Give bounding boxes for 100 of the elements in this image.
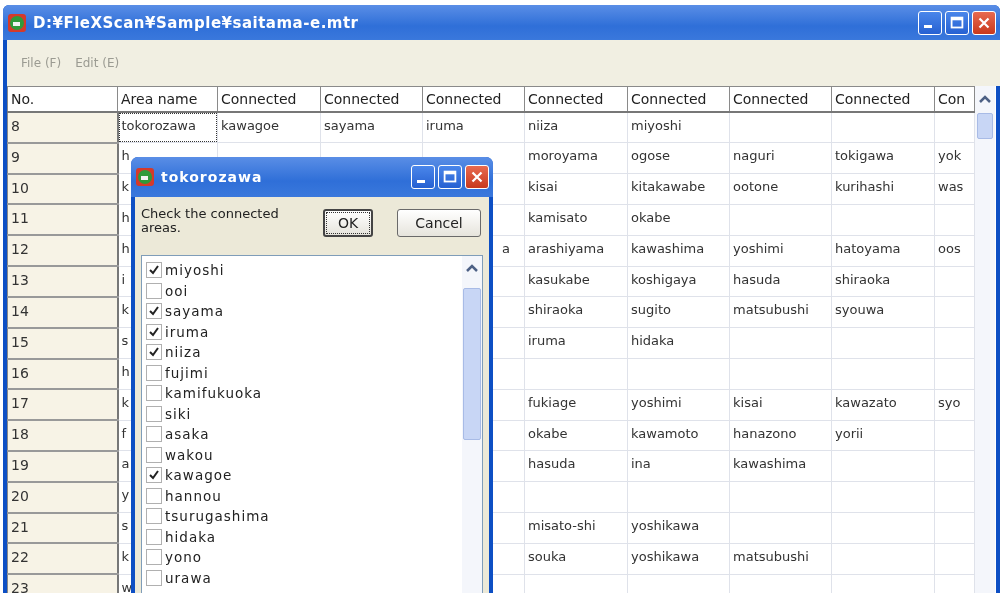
table-cell: yoshikawa — [631, 518, 700, 534]
table-cell: misato-shi — [528, 518, 596, 534]
checkbox[interactable] — [146, 323, 162, 340]
scrollbar[interactable] — [975, 86, 995, 593]
table-cell: oos — [938, 240, 961, 256]
checkbox-label[interactable]: ooi — [165, 282, 189, 299]
checkbox-label[interactable]: urawa — [165, 569, 212, 586]
minimize-icon — [417, 179, 425, 183]
table-cell: k — [121, 394, 130, 410]
column-header[interactable]: Connected — [729, 86, 832, 112]
table-cell: yoshikawa — [631, 548, 700, 564]
checkbox[interactable] — [146, 487, 162, 504]
checkbox[interactable] — [146, 446, 162, 463]
instruction-text: Check the connected areas. — [141, 207, 280, 235]
checkbox-label[interactable]: fujimi — [165, 364, 209, 381]
checkbox[interactable] — [146, 303, 162, 320]
checkbox-label[interactable]: hidaka — [165, 528, 216, 545]
column-header[interactable]: Connected — [524, 86, 628, 112]
table-cell: kurihashi — [835, 179, 895, 195]
row-number: 12 — [11, 241, 29, 258]
column-header[interactable]: Connected — [831, 86, 935, 112]
table-cell: a — [502, 240, 510, 256]
table-cell: fukiage — [528, 394, 577, 410]
table-cell: syouwa — [835, 302, 885, 318]
row-number: 13 — [11, 272, 29, 289]
scroll-thumb[interactable] — [977, 113, 993, 139]
scroll-thumb[interactable] — [463, 288, 481, 440]
table-cell: tokigawa — [835, 148, 894, 164]
checkbox-label[interactable]: siki — [165, 405, 192, 422]
cancel-button[interactable]: Cancel — [397, 209, 481, 237]
close-button[interactable] — [972, 10, 996, 35]
checkbox-label[interactable]: tsurugashima — [165, 508, 270, 525]
checkbox[interactable] — [146, 508, 162, 525]
table-cell: kawagoe — [221, 118, 280, 133]
app-icon — [135, 167, 155, 187]
checkbox-label[interactable]: iruma — [165, 323, 210, 340]
table-cell: iruma — [426, 118, 464, 133]
table-cell: okabe — [631, 209, 671, 225]
maximize-button[interactable] — [438, 165, 462, 189]
checkbox[interactable] — [146, 385, 162, 402]
table-cell: tokorozawa — [121, 118, 196, 133]
table-cell: was — [938, 179, 964, 195]
table-cell: yorii — [835, 425, 864, 441]
checkbox-label[interactable]: kamifukuoka — [165, 385, 263, 402]
table-cell: k — [121, 179, 130, 195]
minimize-button[interactable] — [411, 165, 435, 189]
close-button[interactable] — [465, 165, 489, 189]
table-cell: arashiyama — [528, 240, 605, 256]
table-cell: hanazono — [733, 425, 797, 441]
table-cell: kawashima — [733, 456, 807, 472]
app-icon — [7, 12, 27, 33]
column-header[interactable]: Connected — [320, 86, 423, 112]
column-header[interactable]: Area name — [117, 86, 218, 112]
row-number: 8 — [11, 118, 20, 134]
table-cell: iruma — [528, 333, 566, 349]
table-cell: a — [121, 456, 130, 472]
checkbox-label[interactable]: yono — [165, 549, 203, 566]
checkbox[interactable] — [146, 549, 162, 566]
row-number: 10 — [11, 179, 29, 196]
checkbox[interactable] — [146, 262, 162, 279]
table-cell: h — [121, 148, 130, 164]
checkbox[interactable] — [146, 364, 162, 381]
maximize-button[interactable] — [945, 10, 969, 35]
checkbox[interactable] — [146, 344, 162, 361]
checkbox-label[interactable]: kawagoe — [165, 467, 233, 484]
row-number: 20 — [11, 487, 29, 504]
checkbox[interactable] — [146, 405, 162, 422]
table-cell: ina — [631, 456, 651, 472]
dialog-title: tokorozawa — [161, 169, 263, 185]
table-cell: shiraoka — [835, 271, 891, 287]
checkbox[interactable] — [146, 569, 162, 586]
row-number: 18 — [11, 426, 29, 443]
checkbox[interactable] — [146, 282, 162, 299]
ok-button[interactable]: OK — [323, 209, 373, 237]
minimize-button[interactable] — [918, 10, 942, 35]
row-number: 11 — [11, 210, 29, 227]
column-header[interactable]: Connected — [627, 86, 730, 112]
table-cell: f — [121, 425, 127, 441]
column-header[interactable]: Con — [934, 86, 975, 112]
checkbox-label[interactable]: sayama — [165, 303, 224, 320]
checkbox[interactable] — [146, 528, 162, 545]
table-cell: matsubushi — [733, 548, 809, 564]
table-cell: kawazato — [835, 394, 897, 410]
scrollbar[interactable] — [462, 256, 482, 593]
table-cell: y — [121, 487, 130, 503]
row-number: 17 — [11, 395, 29, 412]
table-cell: naguri — [733, 148, 775, 164]
checkbox[interactable] — [146, 467, 162, 484]
checkbox-label[interactable]: niiza — [165, 344, 202, 361]
table-cell: kitakawabe — [631, 179, 706, 195]
checkbox-label[interactable]: wakou — [165, 446, 214, 463]
checkbox-label[interactable]: asaka — [165, 426, 210, 443]
checkbox-label[interactable]: miyoshi — [165, 262, 225, 279]
column-header[interactable]: No. — [7, 86, 118, 112]
column-header[interactable]: Connected — [422, 86, 525, 112]
checkbox[interactable] — [146, 426, 162, 443]
table-cell: kisai — [528, 179, 558, 195]
column-header[interactable]: Connected — [217, 86, 321, 112]
window-title: D:¥FleXScan¥Sample¥saitama-e.mtr — [33, 13, 359, 32]
checkbox-label[interactable]: hannou — [165, 487, 222, 504]
